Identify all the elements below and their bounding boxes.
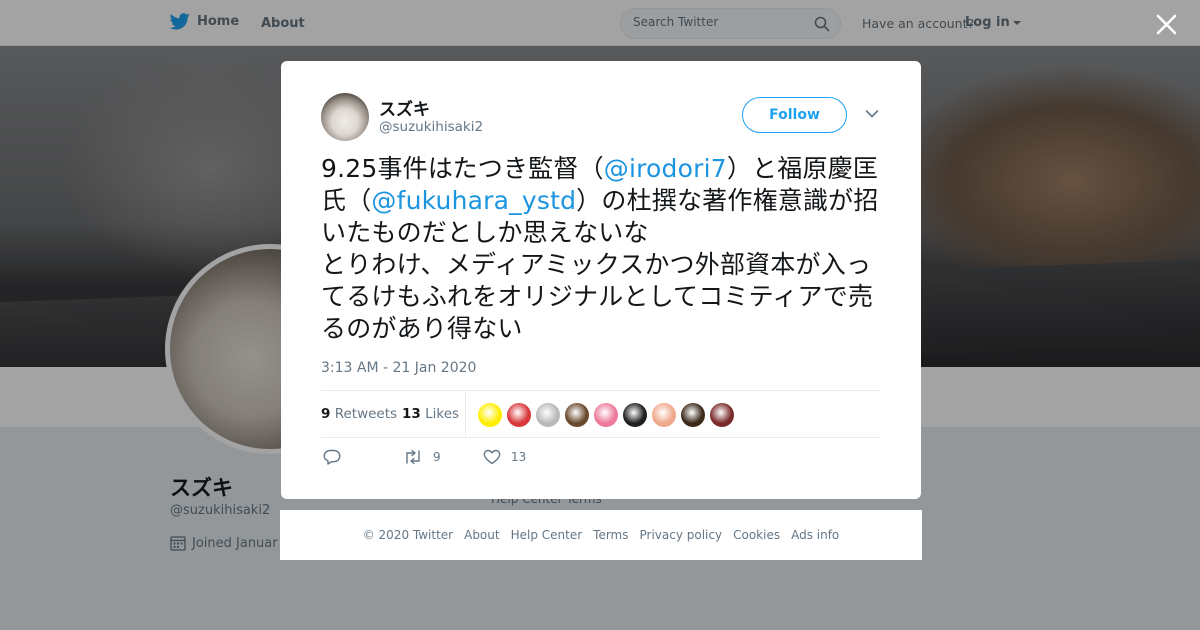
retweet-button[interactable]: 9	[403, 449, 441, 465]
footer-ads-info-link[interactable]: Ads info	[791, 528, 839, 542]
tweet-author-name[interactable]: スズキ	[379, 95, 430, 120]
liker-avatars	[478, 403, 734, 427]
like-button[interactable]: 13	[483, 449, 526, 465]
footer-privacy-link[interactable]: Privacy policy	[640, 528, 723, 542]
retweets-label: Retweets	[334, 406, 398, 422]
liker-avatar[interactable]	[710, 403, 734, 427]
footer-terms-link[interactable]: Terms	[593, 528, 628, 542]
tweet-text-part: 9.25事件はたつき監督（	[321, 154, 604, 183]
likes-stat[interactable]: 13 Likes	[402, 406, 459, 422]
tweet-text: 9.25事件はたつき監督（@irodori7）と福原慶匡氏（@fukuhara_…	[321, 153, 886, 345]
likes-count: 13	[402, 406, 421, 422]
tweet-author-avatar[interactable]	[321, 93, 369, 141]
likes-label: Likes	[425, 406, 460, 422]
retweets-stat[interactable]: 9 Retweets	[321, 406, 397, 422]
reply-button[interactable]	[323, 449, 341, 465]
tweet-author-handle[interactable]: @suzukihisaki2	[379, 119, 483, 135]
tweet-timestamp[interactable]: 3:13 AM - 21 Jan 2020	[321, 360, 476, 376]
footer-copyright: © 2020 Twitter	[362, 528, 454, 542]
stats-divider	[465, 391, 466, 438]
mention-link-irodori7[interactable]: @irodori7	[604, 154, 727, 183]
chevron-down-icon[interactable]	[865, 109, 879, 119]
footer-help-center-link[interactable]: Help Center	[511, 528, 583, 542]
liker-avatar[interactable]	[507, 403, 531, 427]
liker-avatar[interactable]	[652, 403, 676, 427]
footer-about-link[interactable]: About	[464, 528, 499, 542]
tweet-actions: 9 13	[321, 449, 621, 469]
modal-footer: © 2020 Twitter About Help Center Terms P…	[280, 510, 922, 560]
follow-button[interactable]: Follow	[742, 97, 847, 133]
tweet-modal: スズキ @suzukihisaki2 Follow 9.25事件はたつき監督（@…	[281, 61, 921, 499]
retweet-action-count: 9	[433, 450, 441, 464]
liker-avatar[interactable]	[681, 403, 705, 427]
mention-link-fukuhara[interactable]: @fukuhara_ystd	[371, 186, 576, 215]
tweet-stats: 9 Retweets 13 Likes	[321, 390, 881, 438]
liker-avatar[interactable]	[565, 403, 589, 427]
footer-cookies-link[interactable]: Cookies	[733, 528, 780, 542]
liker-avatar[interactable]	[478, 403, 502, 427]
retweet-icon	[406, 449, 420, 465]
tweet-text-part: とりわけ、メディアミックスかつ外部資本が入ってるけもふれをオリジナルとしてコミテ…	[321, 250, 874, 343]
liker-avatar[interactable]	[536, 403, 560, 427]
liker-avatar[interactable]	[623, 403, 647, 427]
liker-avatar[interactable]	[594, 403, 618, 427]
retweets-count: 9	[321, 406, 331, 422]
reply-icon	[323, 449, 341, 465]
heart-icon	[483, 449, 501, 465]
like-action-count: 13	[511, 450, 527, 464]
close-icon[interactable]	[1154, 12, 1179, 37]
